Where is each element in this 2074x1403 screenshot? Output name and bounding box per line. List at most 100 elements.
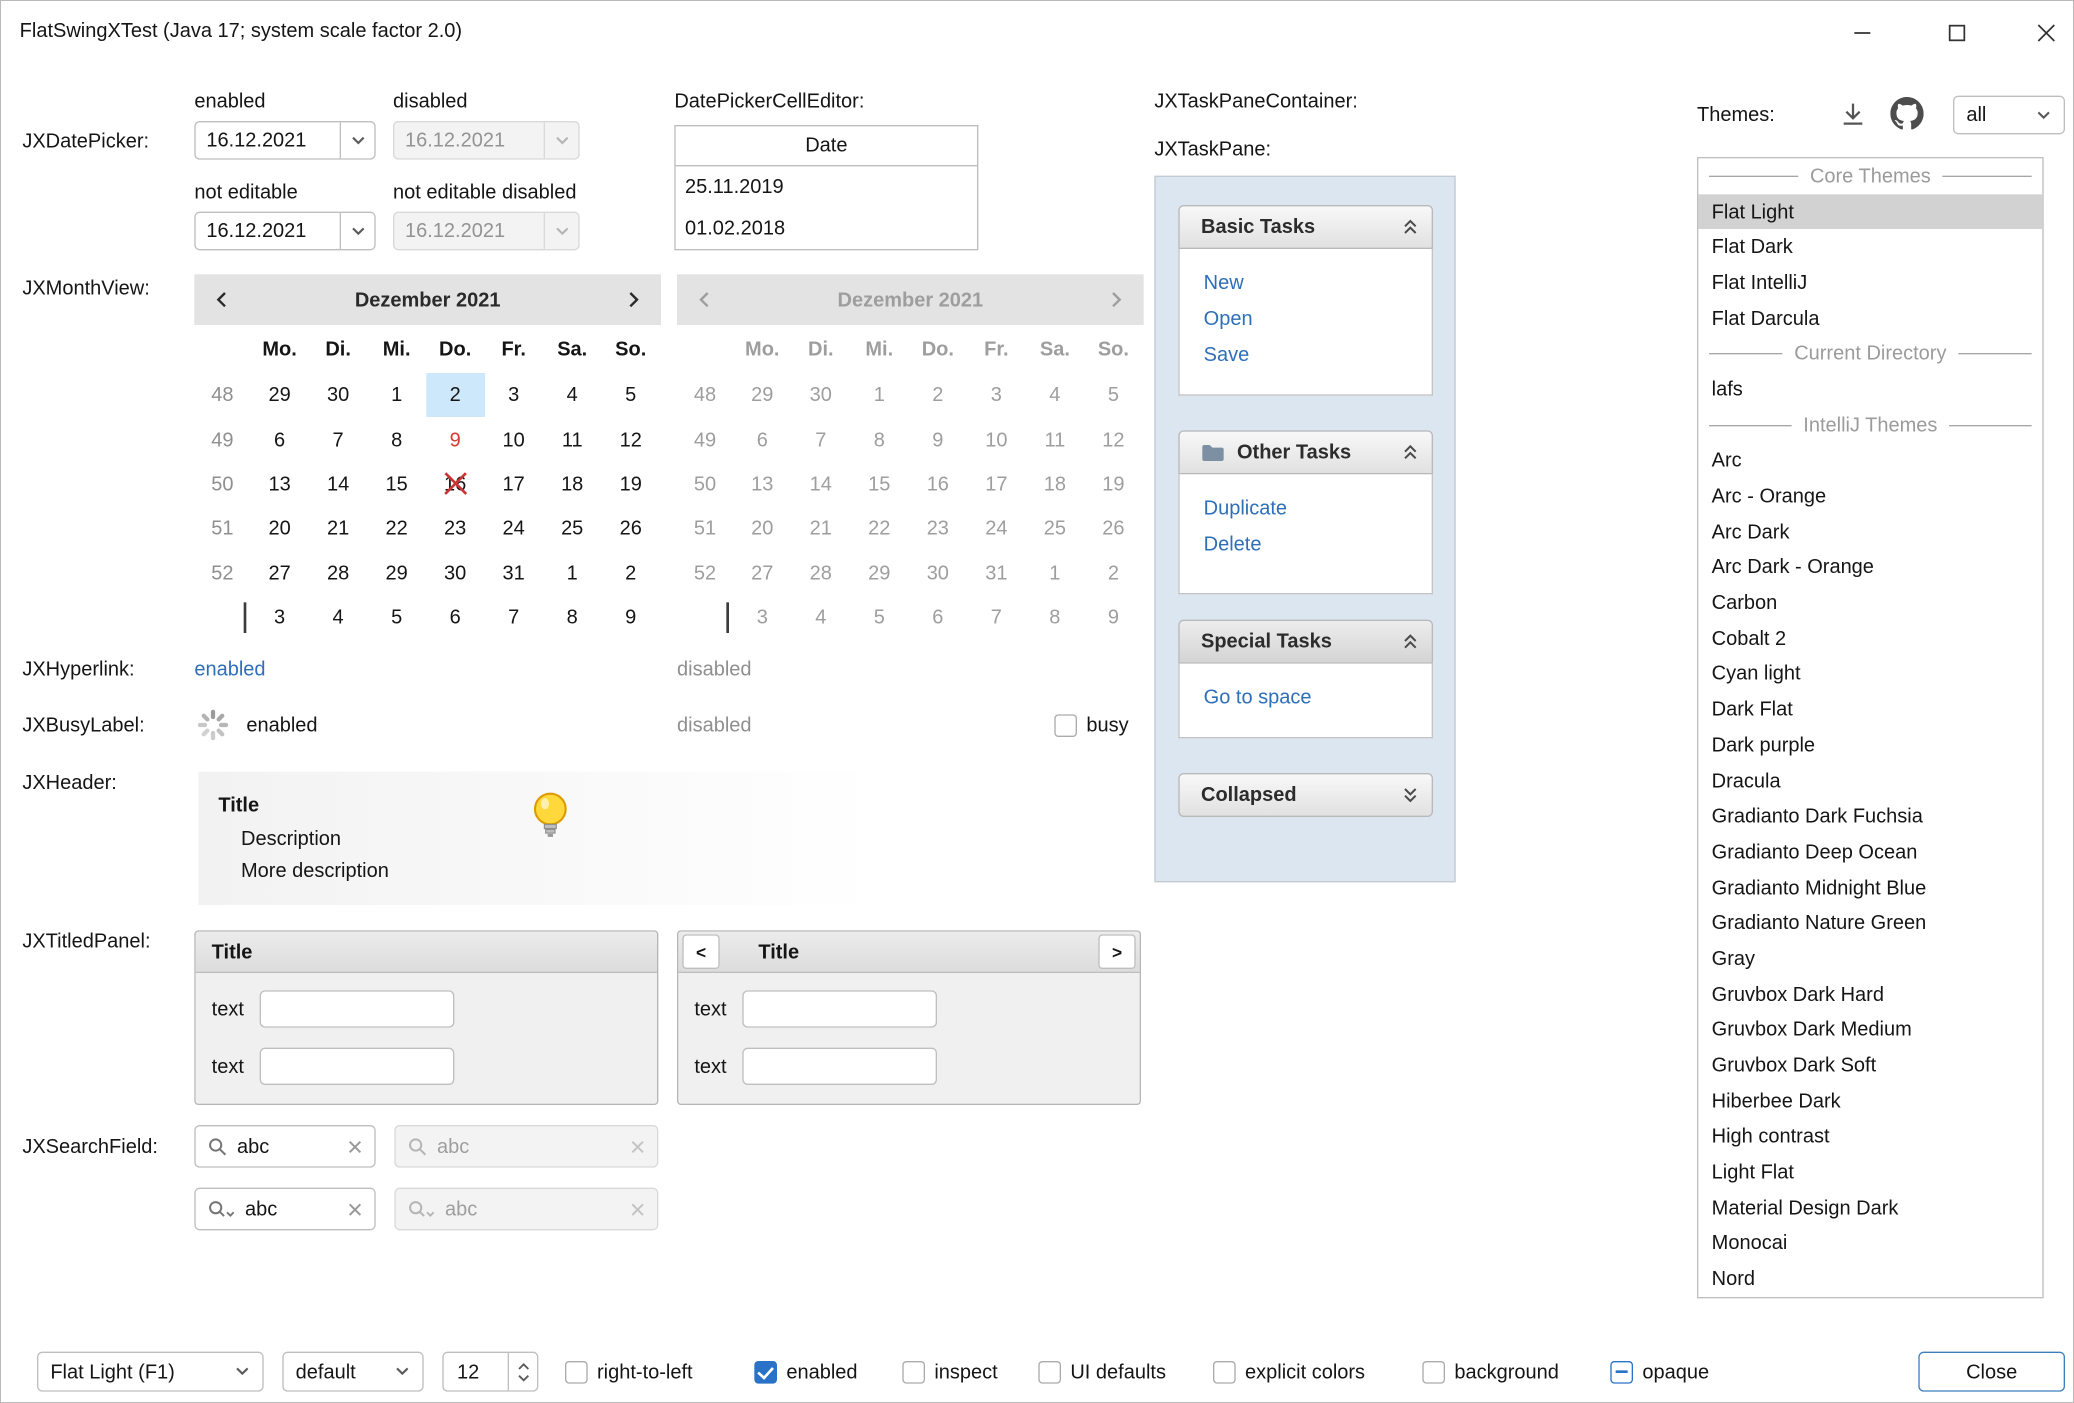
checkbox-box[interactable] bbox=[1422, 1360, 1445, 1383]
theme-item[interactable]: Arc Dark bbox=[1698, 514, 2042, 550]
theme-item[interactable]: Current Directory bbox=[1698, 336, 2042, 372]
prev-month-button[interactable] bbox=[213, 290, 232, 309]
theme-item[interactable]: IntelliJ Themes bbox=[1698, 407, 2042, 443]
calendar-cell[interactable]: Mo. bbox=[250, 325, 309, 373]
theme-item[interactable]: High contrast bbox=[1698, 1119, 2042, 1155]
theme-item[interactable]: Arc bbox=[1698, 443, 2042, 479]
calendar-cell[interactable] bbox=[194, 596, 250, 641]
calendar-cell[interactable]: 49 bbox=[194, 418, 250, 463]
calendar-cell[interactable]: 4 bbox=[543, 373, 602, 418]
calendar-cell[interactable]: 29 bbox=[367, 551, 426, 596]
minimize-button[interactable] bbox=[1833, 1, 1892, 64]
checkbox[interactable]: explicit colors bbox=[1213, 1352, 1365, 1392]
theme-item[interactable]: Arc - Orange bbox=[1698, 479, 2042, 515]
theme-item[interactable]: Gradianto Deep Ocean bbox=[1698, 834, 2042, 870]
theme-item[interactable]: Material Design Dark bbox=[1698, 1190, 2042, 1226]
theme-item[interactable]: Flat IntelliJ bbox=[1698, 265, 2042, 301]
calendar-cell[interactable]: 1 bbox=[543, 551, 602, 596]
table-row[interactable]: 25.11.2019 bbox=[676, 166, 977, 207]
checkbox[interactable]: background bbox=[1422, 1352, 1559, 1392]
calendar-cell[interactable]: 23 bbox=[426, 507, 485, 552]
calendar-cell[interactable]: 22 bbox=[367, 507, 426, 552]
theme-item[interactable]: Cyan light bbox=[1698, 657, 2042, 693]
calendar-cell[interactable]: 30 bbox=[426, 551, 485, 596]
taskpane-header[interactable]: Special Tasks bbox=[1178, 620, 1433, 664]
close-button[interactable]: Close bbox=[1918, 1352, 2065, 1392]
calendar-cell[interactable]: 8 bbox=[543, 596, 602, 641]
calendar-cell[interactable]: 27 bbox=[250, 551, 309, 596]
text-input[interactable] bbox=[260, 990, 455, 1027]
calendar-cell[interactable]: 14 bbox=[309, 462, 368, 507]
search-input[interactable]: abc bbox=[237, 1135, 338, 1158]
calendar-cell[interactable] bbox=[194, 325, 250, 373]
calendar-cell[interactable]: 21 bbox=[309, 507, 368, 552]
calendar-cell[interactable]: 10 bbox=[484, 418, 543, 463]
calendar-cell[interactable]: 31 bbox=[484, 551, 543, 596]
calendar-cell[interactable]: 24 bbox=[484, 507, 543, 552]
search-menu-icon[interactable] bbox=[208, 1199, 236, 1219]
theme-item[interactable]: Dracula bbox=[1698, 763, 2042, 799]
calendar-cell[interactable]: 12 bbox=[601, 418, 660, 463]
calendar-cell[interactable]: 2 bbox=[426, 373, 485, 418]
themes-filter-combo[interactable]: all bbox=[1953, 96, 2065, 135]
checkbox[interactable]: inspect bbox=[902, 1352, 997, 1392]
checkbox[interactable]: opaque bbox=[1610, 1352, 1709, 1392]
taskpane-link[interactable]: Go to space bbox=[1204, 680, 1432, 716]
checkbox[interactable]: enabled bbox=[754, 1352, 857, 1392]
checkbox[interactable]: UI defaults bbox=[1038, 1352, 1166, 1392]
collapse-chevron-icon[interactable] bbox=[1402, 633, 1418, 650]
checkbox-box[interactable] bbox=[754, 1360, 777, 1383]
titledpanel-left-button[interactable]: < bbox=[682, 934, 719, 969]
calendar-cell[interactable]: 19 bbox=[601, 462, 660, 507]
calendar-cell[interactable]: 17 bbox=[484, 462, 543, 507]
calendar-cell[interactable]: Fr. bbox=[484, 325, 543, 373]
calendar-cell[interactable]: 6 bbox=[426, 596, 485, 641]
datepicker-dropdown-button[interactable] bbox=[340, 213, 375, 249]
hyperlink-enabled[interactable]: enabled bbox=[194, 658, 265, 681]
calendar-cell[interactable]: 2 bbox=[601, 551, 660, 596]
calendar-cell[interactable]: 48 bbox=[194, 373, 250, 418]
calendar-cell[interactable]: Do. bbox=[426, 325, 485, 373]
theme-item[interactable]: Nord bbox=[1698, 1261, 2042, 1297]
taskpane-link[interactable]: New bbox=[1204, 265, 1432, 301]
table-row[interactable]: 01.02.2018 bbox=[676, 208, 977, 249]
busy-checkbox[interactable]: busy bbox=[1054, 714, 1128, 737]
theme-item[interactable]: Gruvbox Dark Soft bbox=[1698, 1048, 2042, 1084]
theme-item[interactable]: Flat Light bbox=[1698, 194, 2042, 230]
download-themes-button[interactable] bbox=[1836, 97, 1871, 132]
expand-chevron-icon[interactable] bbox=[1402, 786, 1418, 803]
taskpane-header[interactable]: Collapsed bbox=[1178, 773, 1433, 817]
calendar-cell[interactable]: 28 bbox=[309, 551, 368, 596]
date-value[interactable]: 16.12.2021 bbox=[196, 129, 340, 152]
theme-item[interactable]: Monocai bbox=[1698, 1226, 2042, 1262]
calendar-cell[interactable]: 9 bbox=[426, 418, 485, 463]
text-input[interactable] bbox=[743, 1048, 938, 1085]
clear-icon[interactable] bbox=[348, 1139, 363, 1154]
taskpane-link[interactable]: Save bbox=[1204, 337, 1432, 373]
datepicker-noteditable-field[interactable]: 16.12.2021 bbox=[194, 212, 375, 251]
checkbox-box[interactable] bbox=[1610, 1360, 1633, 1383]
clear-icon[interactable] bbox=[348, 1202, 363, 1217]
calendar-cell[interactable]: 20 bbox=[250, 507, 309, 552]
theme-item[interactable]: Cobalt 2 bbox=[1698, 621, 2042, 657]
calendar-cell[interactable]: Sa. bbox=[543, 325, 602, 373]
taskpane-link[interactable]: Delete bbox=[1204, 526, 1432, 562]
taskpane-link[interactable]: Open bbox=[1204, 301, 1432, 337]
calendar-cell[interactable]: 7 bbox=[484, 596, 543, 641]
theme-item[interactable]: Gruvbox Dark Medium bbox=[1698, 1012, 2042, 1048]
calendar-cell[interactable]: 1 bbox=[367, 373, 426, 418]
next-month-button[interactable] bbox=[624, 290, 643, 309]
calendar-cell[interactable]: 5 bbox=[601, 373, 660, 418]
theme-item[interactable]: Gradianto Nature Green bbox=[1698, 906, 2042, 942]
theme-item[interactable]: lafs bbox=[1698, 372, 2042, 408]
calendar-cell[interactable]: 29 bbox=[250, 373, 309, 418]
search-field-enabled[interactable]: abc bbox=[194, 1125, 375, 1168]
taskpane-link[interactable]: Duplicate bbox=[1204, 490, 1432, 526]
search-field-with-menu-enabled[interactable]: abc bbox=[194, 1188, 375, 1231]
calendar-cell[interactable]: 52 bbox=[194, 551, 250, 596]
checkbox-box[interactable] bbox=[565, 1360, 588, 1383]
title-bar[interactable]: FlatSwingXTest (Java 17; system scale fa… bbox=[1, 1, 2074, 64]
calendar-cell[interactable]: 15 bbox=[367, 462, 426, 507]
checkbox-box[interactable] bbox=[902, 1360, 925, 1383]
maximize-button[interactable] bbox=[1928, 1, 1987, 64]
